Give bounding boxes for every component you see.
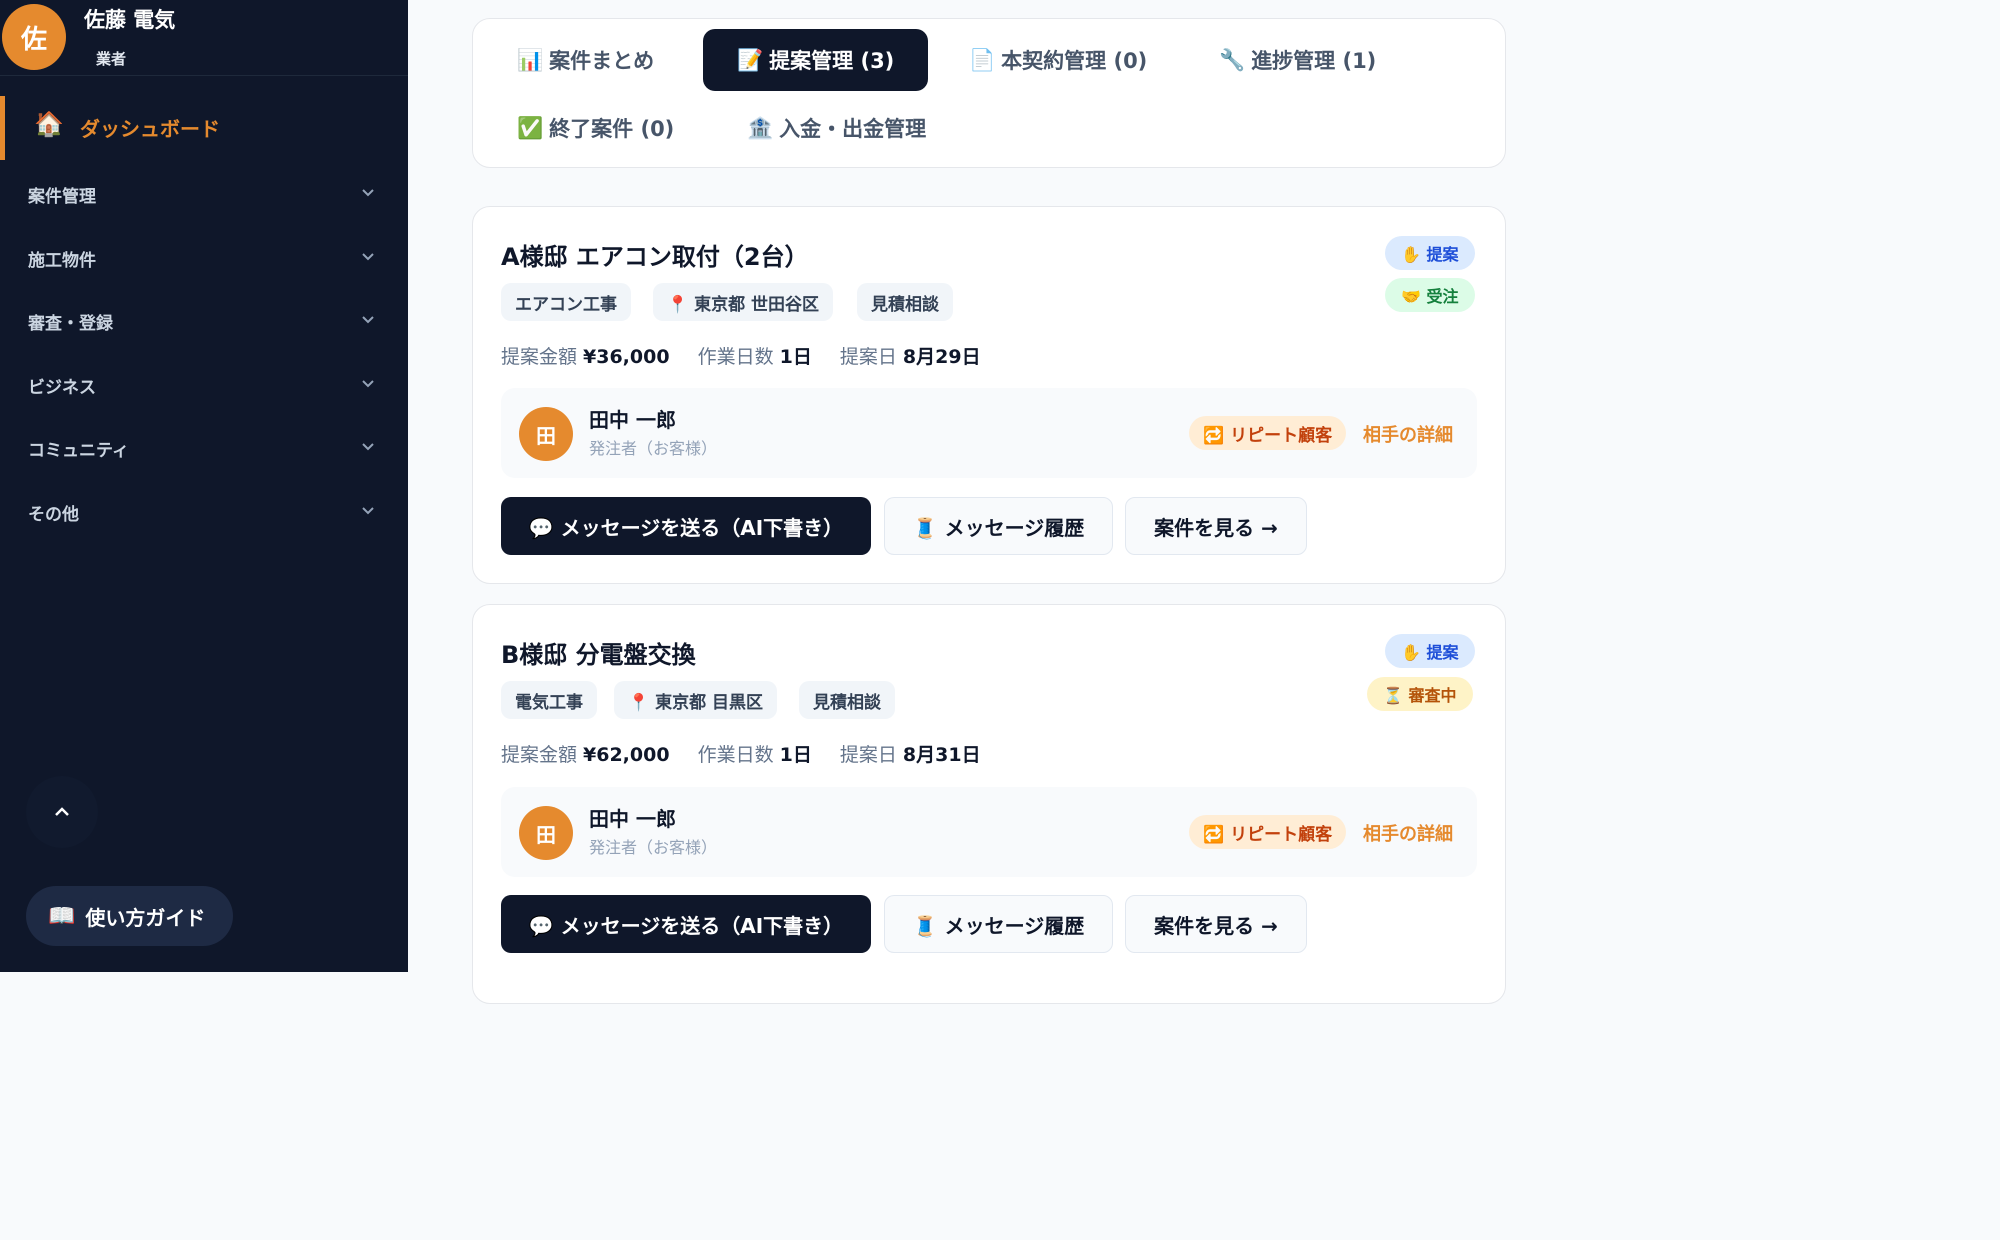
avatar: 田 [519, 407, 573, 461]
proposal-meta: 提案金額 ¥36,000 作業日数 1日 提案日 8月29日 [501, 342, 1003, 369]
sidebar-group-label: コミュニティ [28, 441, 129, 461]
user-profile: 佐 佐藤 電気 業者 [0, 0, 408, 76]
check-icon: ✅ [517, 115, 544, 140]
sidebar-group-label: ビジネス [28, 378, 96, 398]
amount-label: 提案金額 [501, 744, 578, 766]
proposal-meta: 提案金額 ¥62,000 作業日数 1日 提案日 8月31日 [501, 740, 1003, 767]
chevron-down-icon [362, 443, 374, 451]
amount-label: 提案金額 [501, 346, 578, 368]
status-badge-reviewing: ⏳ 審査中 [1367, 677, 1473, 711]
days-label: 作業日数 [697, 744, 774, 766]
sidebar-group-label: 審査・登録 [28, 314, 113, 334]
sidebar-item-dashboard[interactable]: 🏠 ダッシュボード [0, 96, 408, 160]
client-details-link[interactable]: 相手の詳細 [1363, 421, 1453, 447]
send-message-button[interactable]: 💬 メッセージを送る（AI下書き） [501, 895, 871, 953]
sidebar-group-review[interactable]: 審査・登録 [0, 293, 408, 349]
days-label: 作業日数 [697, 346, 774, 368]
message-history-button[interactable]: 🧵 メッセージ履歴 [884, 895, 1113, 953]
chevron-down-icon [362, 253, 374, 261]
days-value: 1日 [779, 744, 812, 766]
client-info: 田 田中 一郎 発注者（お客様） 🔁 リピート顧客 相手の詳細 [501, 388, 1477, 478]
tab-summary[interactable]: 📊 案件まとめ [517, 29, 654, 91]
book-icon: 📖 [48, 903, 76, 929]
days-value: 1日 [779, 346, 812, 368]
client-role: 発注者（お客様） [589, 439, 718, 458]
document-icon: 📄 [969, 47, 996, 72]
client-name: 田中 一郎 [589, 807, 676, 831]
usage-guide-button[interactable]: 📖 使い方ガイド [26, 886, 233, 946]
sidebar-group-projects[interactable]: 案件管理 [0, 166, 408, 222]
user-name: 佐藤 電気 [84, 8, 176, 32]
chevron-down-icon [362, 189, 374, 197]
tab-label: 本契約管理 (0) [1001, 49, 1148, 73]
tab-bar: 📊 案件まとめ 📝 提案管理 (3) 📄 本契約管理 (0) 🔧 進捗管理 (1… [472, 18, 1506, 168]
client-details-link[interactable]: 相手の詳細 [1363, 820, 1453, 846]
chevron-down-icon [362, 316, 374, 324]
tab-contracts[interactable]: 📄 本契約管理 (0) [969, 29, 1147, 91]
amount-value: ¥36,000 [583, 346, 670, 368]
status-badge-accepted: 🤝 受注 [1385, 278, 1475, 312]
category-tag: 電気工事 [501, 681, 597, 719]
tab-label: 案件まとめ [549, 49, 655, 73]
view-project-button[interactable]: 案件を見る → [1125, 497, 1307, 555]
chevron-down-icon [362, 380, 374, 388]
repeat-customer-badge: 🔁 リピート顧客 [1189, 416, 1347, 450]
proposal-card: B様邸 分電盤交換 ✋ 提案 ⏳ 審査中 電気工事 📍 東京都 目黒区 見積相談… [472, 604, 1506, 1004]
client-role: 発注者（お客様） [589, 838, 718, 857]
proposal-title: A様邸 エアコン取付（2台） [501, 243, 809, 271]
date-value: 8月31日 [902, 744, 981, 766]
tab-label: 終了案件 (0) [549, 117, 675, 141]
client-info: 田 田中 一郎 発注者（お客様） 🔁 リピート顧客 相手の詳細 [501, 787, 1477, 877]
sidebar-group-business[interactable]: ビジネス [0, 357, 408, 413]
sidebar-group-label: 施工物件 [28, 251, 96, 271]
type-tag: 見積相談 [799, 681, 895, 719]
date-label: 提案日 [839, 346, 897, 368]
sidebar-group-label: 案件管理 [28, 187, 96, 207]
tab-proposals[interactable]: 📝 提案管理 (3) [703, 29, 929, 91]
category-tag: エアコン工事 [501, 283, 631, 321]
send-message-button[interactable]: 💬 メッセージを送る（AI下書き） [501, 497, 871, 555]
client-name: 田中 一郎 [589, 408, 676, 432]
date-value: 8月29日 [902, 346, 981, 368]
sidebar-group-community[interactable]: コミュニティ [0, 420, 408, 476]
bank-icon: 🏦 [747, 115, 774, 140]
usage-guide-label: 使い方ガイド [85, 905, 206, 930]
proposal-card: A様邸 エアコン取付（2台） ✋ 提案 🤝 受注 エアコン工事 📍 東京都 世田… [472, 206, 1506, 584]
sidebar: 佐 佐藤 電気 業者 🏠 ダッシュボード 案件管理 施工物件 審査・登録 ビジネ… [0, 0, 408, 972]
location-tag: 📍 東京都 世田谷区 [653, 283, 834, 321]
main-content: 📊 案件まとめ 📝 提案管理 (3) 📄 本契約管理 (0) 🔧 進捗管理 (1… [408, 0, 1568, 1004]
sidebar-group-properties[interactable]: 施工物件 [0, 230, 408, 286]
status-badge-proposal: ✋ 提案 [1385, 236, 1475, 270]
tab-label: 提案管理 (3) [769, 49, 895, 73]
amount-value: ¥62,000 [583, 744, 670, 766]
avatar: 田 [519, 806, 573, 860]
sidebar-group-other[interactable]: その他 [0, 484, 408, 540]
wrench-icon: 🔧 [1219, 47, 1246, 72]
tab-progress[interactable]: 🔧 進捗管理 (1) [1219, 29, 1376, 91]
active-indicator [0, 96, 5, 160]
date-label: 提案日 [839, 744, 897, 766]
chevron-up-icon [55, 807, 69, 816]
avatar[interactable]: 佐 [2, 4, 66, 70]
tab-label: 入金・出金管理 [779, 117, 927, 141]
memo-icon: 📝 [737, 47, 764, 72]
status-badge-proposal: ✋ 提案 [1385, 634, 1475, 668]
house-icon: 🏠 [34, 110, 64, 138]
chevron-down-icon [362, 507, 374, 515]
sidebar-item-label: ダッシュボード [80, 117, 220, 141]
view-project-button[interactable]: 案件を見る → [1125, 895, 1307, 953]
chart-icon: 📊 [517, 47, 544, 72]
tab-label: 進捗管理 (1) [1251, 49, 1377, 73]
sidebar-group-label: その他 [28, 505, 79, 525]
tab-completed[interactable]: ✅ 終了案件 (0) [517, 97, 674, 159]
message-history-button[interactable]: 🧵 メッセージ履歴 [884, 497, 1113, 555]
collapse-button[interactable] [26, 776, 98, 848]
user-role: 業者 [96, 50, 127, 68]
tab-payments[interactable]: 🏦 入金・出金管理 [747, 97, 926, 159]
type-tag: 見積相談 [857, 283, 953, 321]
location-tag: 📍 東京都 目黒区 [614, 681, 778, 719]
proposal-title: B様邸 分電盤交換 [501, 641, 696, 669]
repeat-customer-badge: 🔁 リピート顧客 [1189, 815, 1347, 849]
